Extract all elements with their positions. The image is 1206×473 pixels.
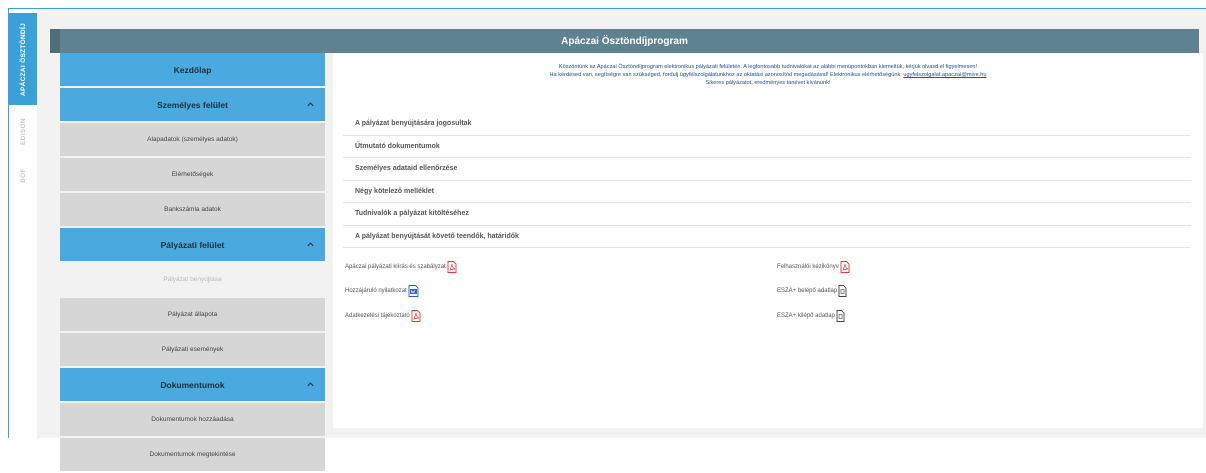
welcome-message: Köszöntünk az Apáczai Ösztöndíjprogram e…	[333, 63, 1203, 87]
doc-link-privacy-notice[interactable]: Adatkezelési tájékoztató	[345, 310, 421, 322]
sidebar-item-label: Pályázat állapota	[167, 311, 218, 318]
sidebar-item-application-events[interactable]: Pályázati események	[60, 333, 325, 366]
accordion-item-label: Személyes adataid ellenőrzése	[355, 165, 458, 173]
accordion-item-label: Tudnivalók a pályázat kitöltéséhez	[355, 210, 469, 218]
welcome-line-2-text: Ha kérdésed van, segítségre van szüksége…	[549, 72, 904, 78]
sidebar-item-label: Kezdőlap	[173, 64, 212, 75]
sidebar-item-label: Alapadatok (személyes adatok)	[147, 136, 238, 143]
accordion-item-label: Útmutató dokumentumok	[355, 142, 440, 150]
accordion-item-label: A pályázat benyújtását követő teendők, h…	[355, 232, 519, 240]
sidebar-section-personal[interactable]: Személyes felület	[60, 88, 325, 121]
welcome-line-1: Köszöntünk az Apáczai Ösztöndíjprogram e…	[558, 64, 978, 70]
doc-label: ESZA+ belépő adatlap	[777, 288, 838, 294]
sidebar-item-home[interactable]: Kezdőlap	[60, 53, 325, 86]
vertical-tab-strip: APÁCZAI ÖSZTÖNDÍJ EDISON BÖF	[9, 9, 37, 438]
doc-link-consent-declaration[interactable]: Hozzájáruló nyilatkozat	[345, 285, 419, 297]
sidebar-item-application-status[interactable]: Pályázat állapota	[60, 298, 325, 331]
page-title: Apáczai Ösztöndíjprogram	[561, 35, 688, 47]
accordion-item-eligibility[interactable]: A pályázat benyújtására jogosultak	[343, 113, 1191, 136]
accordion-item-filling-info[interactable]: Tudnivalók a pályázat kitöltéséhez	[343, 203, 1191, 226]
sidebar-item-submit-application[interactable]: Pályázat benyújtása	[60, 263, 325, 296]
chevron-up-icon	[306, 240, 315, 249]
sidebar-item-view-documents[interactable]: Dokumentumok megtekintése	[60, 438, 325, 471]
sidebar: Kezdőlap Személyes felület Alapadatok (s…	[60, 53, 325, 473]
doc-label: Adatkezelési tájékoztató	[345, 313, 410, 319]
pdf-icon	[411, 310, 421, 322]
chevron-up-icon	[306, 380, 315, 389]
welcome-line-2: Ha kérdésed van, segítségre van szüksége…	[333, 71, 1203, 79]
doc-link-user-manual[interactable]: Felhasználói kézikönyv	[777, 261, 850, 273]
sidebar-item-label: Pályázati események	[161, 346, 224, 353]
sidebar-item-contacts[interactable]: Elérhetőségek	[60, 158, 325, 191]
vtab-bof-label: BÖF	[19, 167, 27, 183]
vtab-edison-label: EDISON	[19, 117, 27, 145]
sidebar-item-add-documents[interactable]: Dokumentumok hozzáadása	[60, 403, 325, 436]
chevron-up-icon	[306, 100, 315, 109]
sidebar-item-label: Dokumentumok megtekintése	[149, 451, 236, 458]
page-title-bar: Apáczai Ösztöndíjprogram	[50, 29, 1199, 53]
doc-label: Hozzájáruló nyilatkozat	[345, 288, 407, 294]
doc-label: Felhasználói kézikönyv	[777, 264, 839, 270]
info-accordion: A pályázat benyújtására jogosultak Útmut…	[343, 113, 1191, 248]
sidebar-item-basic-data[interactable]: Alapadatok (személyes adatok)	[60, 123, 325, 156]
vtab-bof[interactable]: BÖF	[9, 155, 37, 195]
accordion-item-mandatory-attachments[interactable]: Négy kötelező melléklet	[343, 181, 1191, 203]
sidebar-item-label: Elérhetőségek	[171, 171, 214, 178]
sidebar-section-label: Dokumentumok	[160, 379, 225, 390]
accordion-item-label: Négy kötelező melléklet	[355, 187, 434, 195]
file-icon	[838, 285, 847, 297]
vtab-edison[interactable]: EDISON	[9, 109, 37, 153]
file-icon	[836, 310, 845, 322]
pdf-icon	[840, 261, 850, 273]
doc-label: ESZA+ kilépő adatlap	[777, 313, 835, 319]
accordion-item-label: A pályázat benyújtására jogosultak	[355, 120, 472, 128]
title-bar-accent	[50, 29, 60, 53]
sidebar-item-label: Dokumentumok hozzáadása	[151, 416, 234, 423]
word-icon	[408, 285, 419, 297]
doc-link-esza-exit-form[interactable]: ESZA+ kilépő adatlap	[777, 310, 845, 322]
support-email-link[interactable]: ugyfelszolgalat.apaczai@mive.hu	[903, 72, 986, 78]
sidebar-item-label: Pályázat benyújtása	[163, 276, 222, 283]
accordion-item-personal-data-check[interactable]: Személyes adataid ellenőrzése	[343, 158, 1191, 181]
sidebar-section-label: Személyes felület	[157, 99, 228, 110]
sidebar-section-documents[interactable]: Dokumentumok	[60, 368, 325, 401]
main-panel: Köszöntünk az Apáczai Ösztöndíjprogram e…	[333, 53, 1203, 428]
doc-label: Apáczai pályázati kiírás és szabályzat	[345, 264, 446, 270]
sidebar-item-bank-data[interactable]: Bankszámla adatok	[60, 193, 325, 226]
sidebar-item-label: Bankszámla adatok	[164, 206, 221, 213]
sidebar-section-label: Pályázati felület	[160, 239, 225, 250]
doc-link-call-for-applications[interactable]: Apáczai pályázati kiírás és szabályzat	[345, 261, 457, 273]
welcome-line-3: Sikeres pályázatot, eredményes tanévet k…	[705, 80, 831, 86]
doc-link-esza-entry-form[interactable]: ESZA+ belépő adatlap	[777, 285, 847, 297]
pdf-icon	[447, 261, 457, 273]
accordion-item-after-submission[interactable]: A pályázat benyújtását követő teendők, h…	[343, 226, 1191, 248]
accordion-item-guide-documents[interactable]: Útmutató dokumentumok	[343, 136, 1191, 158]
vtab-apaczai-label: APÁCZAI ÖSZTÖNDÍJ	[19, 22, 27, 96]
sidebar-section-application[interactable]: Pályázati felület	[60, 228, 325, 261]
vtab-apaczai[interactable]: APÁCZAI ÖSZTÖNDÍJ	[9, 13, 37, 105]
